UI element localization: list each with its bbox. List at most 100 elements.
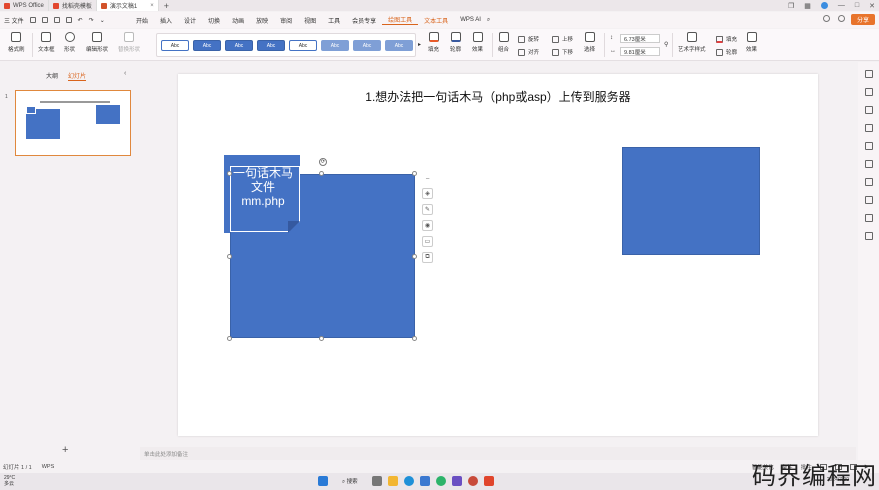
menu-member[interactable]: 会员专享	[346, 16, 382, 25]
textbox-button[interactable]: 文本框	[38, 32, 55, 53]
wps-ai-button[interactable]: WPS AI	[454, 17, 487, 23]
chrome-icon[interactable]	[435, 476, 446, 486]
tab-slides[interactable]: 幻灯片	[68, 71, 87, 81]
save-icon[interactable]	[29, 17, 36, 23]
template-icon[interactable]	[864, 106, 873, 114]
pen-icon[interactable]: ✎	[422, 204, 433, 215]
star-icon[interactable]	[864, 214, 873, 222]
replace-icon[interactable]: ⧉	[422, 252, 433, 263]
edge-browser-icon[interactable]	[403, 476, 414, 486]
style-fill-2[interactable]: Abc	[225, 40, 253, 51]
tab-outline[interactable]: 大纲	[46, 71, 58, 81]
resize-handle-top[interactable]	[319, 171, 324, 176]
notes-area[interactable]: 单击此处添加备注	[140, 447, 856, 460]
text-effect-button[interactable]: 效果	[746, 32, 757, 53]
slide-title[interactable]: 1.想办法把一句话木马（php或asp）上传到服务器	[178, 88, 818, 105]
add-slide-button[interactable]: +	[62, 444, 68, 456]
replace-shape-button[interactable]: 替换形状	[118, 32, 140, 53]
slide[interactable]: 1.想办法把一句话木马（php或asp）上传到服务器 一句话木马 文件 mm.p…	[178, 74, 818, 436]
taskbar-search[interactable]: ⌕ 搜索	[334, 477, 366, 486]
more-icon[interactable]: ⌄	[100, 17, 105, 24]
outline-icon[interactable]: ▭	[422, 236, 433, 247]
format-painter-button[interactable]: 格式刷	[8, 32, 25, 53]
print-icon[interactable]	[53, 17, 60, 23]
slide-thumbnail[interactable]	[15, 90, 131, 156]
minimize-icon[interactable]: —	[838, 2, 845, 9]
menu-tools[interactable]: 工具	[322, 16, 346, 25]
restore-icon[interactable]: ❐	[788, 2, 794, 10]
export-icon[interactable]	[41, 17, 48, 23]
redo-icon[interactable]: ↷	[89, 17, 94, 24]
undo-icon[interactable]: ↶	[78, 17, 83, 24]
tab-presentation[interactable]: 演示文稿1 ×	[96, 0, 159, 11]
outline-button[interactable]: 轮廓	[450, 32, 461, 53]
send-down-button[interactable]: 下移	[552, 48, 573, 56]
menu-insert[interactable]: 插入	[154, 16, 178, 25]
resize-icon[interactable]	[864, 178, 873, 186]
bring-up-button[interactable]: 上移	[552, 35, 573, 43]
style-fill-1[interactable]: Abc	[193, 40, 221, 51]
art-style-button[interactable]: 艺术字样式	[678, 32, 706, 53]
fill-button[interactable]: 填充	[428, 32, 439, 53]
resize-handle-bottom-left[interactable]	[227, 336, 232, 341]
resize-handle-top-right[interactable]	[412, 171, 417, 176]
height-input[interactable]: 6.73厘米	[620, 34, 660, 43]
app-icon[interactable]	[451, 476, 462, 486]
resize-handle-top-left[interactable]	[227, 171, 232, 176]
more-icon[interactable]	[864, 232, 873, 240]
properties-icon[interactable]	[864, 70, 873, 78]
menu-home[interactable]: 开始	[130, 16, 154, 25]
text-fill-button[interactable]: 填充	[716, 35, 737, 43]
menu-design[interactable]: 设计	[178, 16, 202, 25]
menu-view[interactable]: 视图	[298, 16, 322, 25]
rotate-handle-icon[interactable]: ⟳	[319, 158, 327, 166]
weather-widget[interactable]: 29°C 多云	[4, 475, 15, 487]
preview-icon[interactable]	[65, 17, 72, 23]
style-fill-3[interactable]: Abc	[257, 40, 285, 51]
fill-bucket-icon[interactable]: ◉	[422, 220, 433, 231]
right-rectangle-shape[interactable]	[622, 147, 760, 255]
rotate-button[interactable]: 旋转	[518, 35, 539, 43]
wps-brand[interactable]: WPS	[42, 464, 55, 470]
close-tab-icon[interactable]: ×	[150, 3, 154, 9]
collapse-toolbar-icon[interactable]: −	[422, 176, 433, 183]
width-input[interactable]: 9.81厘米	[620, 47, 660, 56]
transform-icon[interactable]	[864, 88, 873, 96]
edit-shape-button[interactable]: 编辑形状	[86, 32, 108, 53]
export-icon[interactable]	[864, 196, 873, 204]
resize-handle-bottom[interactable]	[319, 336, 324, 341]
lock-ratio-icon[interactable]: ⚲	[664, 41, 668, 48]
grid-icon[interactable]: ▦	[804, 2, 811, 10]
shuffle-icon[interactable]	[864, 160, 873, 168]
style-light-1[interactable]: Abc	[321, 40, 349, 51]
copy-icon[interactable]	[864, 124, 873, 132]
avatar[interactable]	[820, 2, 828, 9]
wps-taskbar-icon[interactable]	[483, 476, 494, 486]
effect-button[interactable]: 效果	[472, 32, 483, 53]
align-button[interactable]: 对齐	[518, 48, 539, 56]
search-icon[interactable]: ⌕	[487, 17, 490, 24]
resize-handle-bottom-right[interactable]	[412, 336, 417, 341]
menu-animation[interactable]: 动画	[226, 16, 250, 25]
style-light-3[interactable]: Abc	[385, 40, 413, 51]
menu-slideshow[interactable]: 放映	[250, 16, 274, 25]
combine-button[interactable]: 组合	[498, 32, 509, 53]
text-outline-button[interactable]: 轮廓	[716, 48, 737, 56]
menu-review[interactable]: 审阅	[274, 16, 298, 25]
select-button[interactable]: 选择	[584, 32, 595, 53]
menu-text-tools[interactable]: 文本工具	[418, 16, 454, 25]
close-window-icon[interactable]: ✕	[869, 2, 875, 10]
menu-transition[interactable]: 切换	[202, 16, 226, 25]
collapse-panel-icon[interactable]: ‹	[124, 70, 126, 77]
layers-icon[interactable]: ◈	[422, 188, 433, 199]
shape-text[interactable]: 一句话木马 文件 mm.php	[230, 166, 296, 208]
file-menu[interactable]: 三 文件	[4, 16, 24, 25]
menu-drawing-tools[interactable]: 绘图工具	[382, 15, 419, 25]
gallery-scroll-icon[interactable]: ▸	[418, 41, 421, 48]
new-tab-button[interactable]: +	[159, 1, 174, 11]
resize-handle-right[interactable]	[412, 254, 417, 259]
edit-icon[interactable]	[864, 142, 873, 150]
file-explorer-icon[interactable]	[387, 476, 398, 486]
browser-icon[interactable]	[467, 476, 478, 486]
store-icon[interactable]	[419, 476, 430, 486]
